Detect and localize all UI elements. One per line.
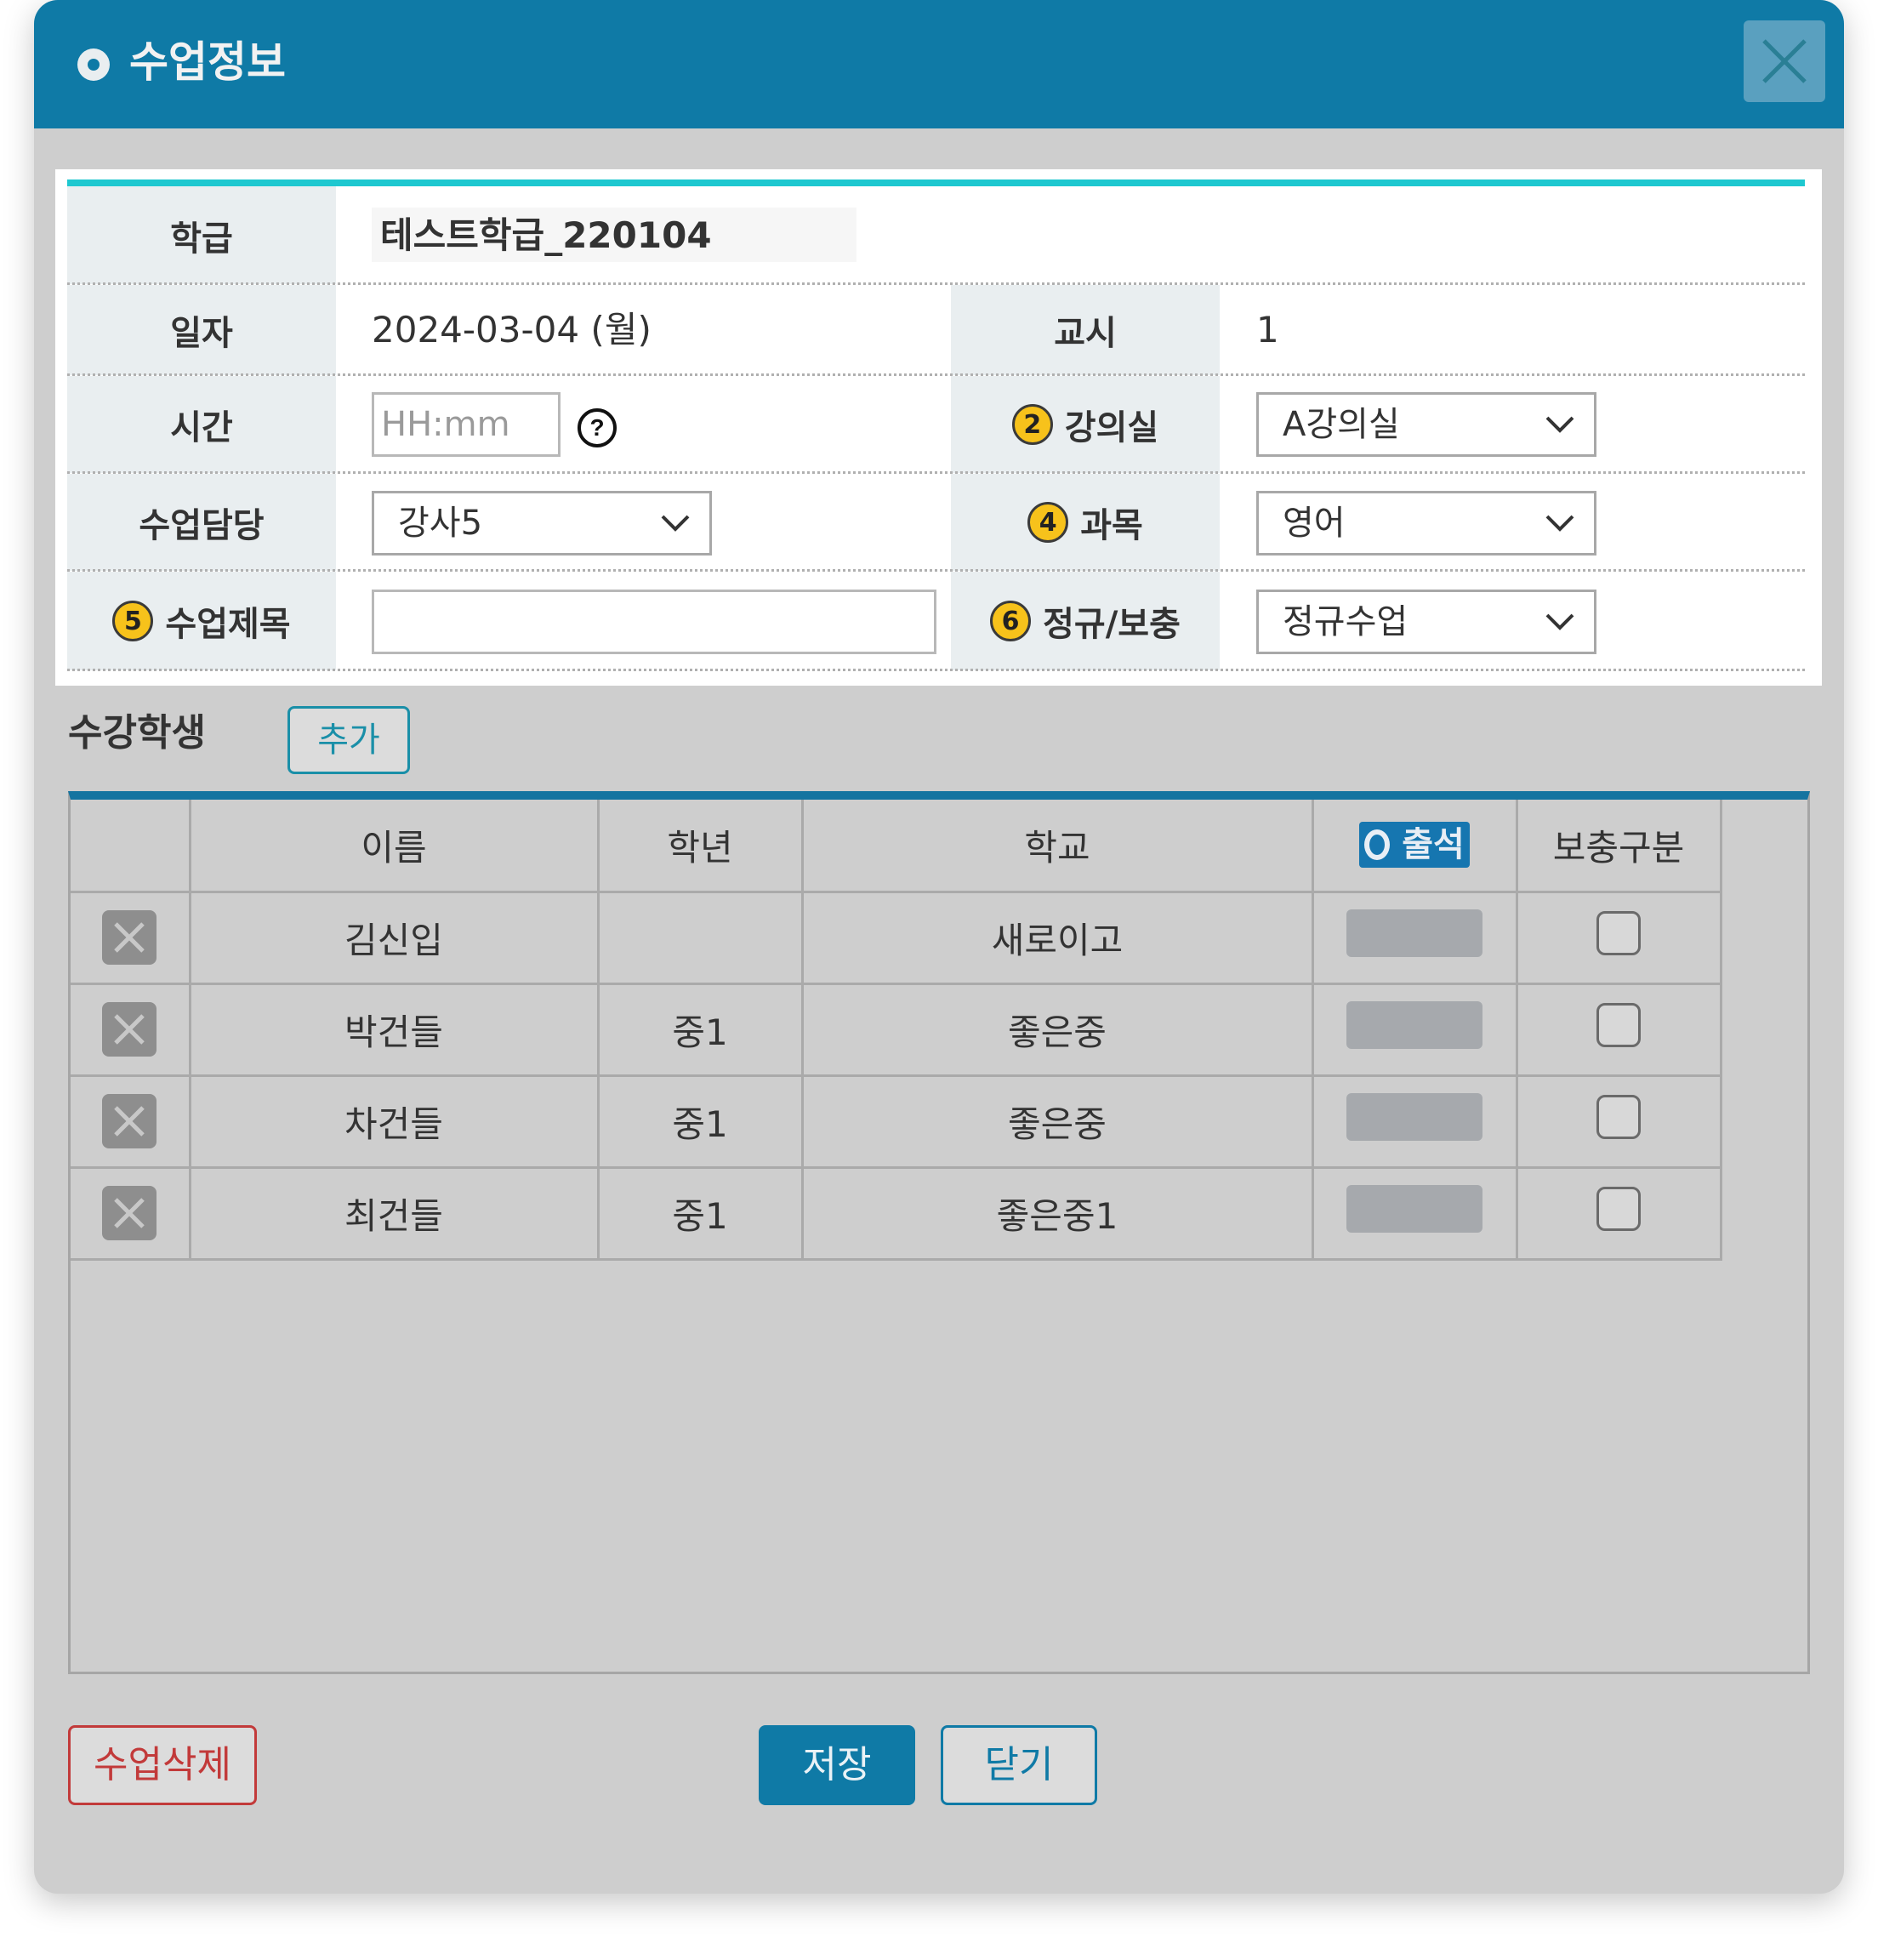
student-school: 새로이고 [800,890,1314,985]
class-value: 테스트학급_220104 [380,214,712,256]
delete-row-icon[interactable] [102,910,157,965]
supplement-cell [1515,982,1722,1077]
lesson-form: 학급 테스트학급_220104 일자 2024-03-04 (월) 교시 1 시… [55,169,1822,686]
type-select[interactable]: 정규수업 [1256,590,1596,654]
student-grade: 중1 [596,1165,804,1261]
subject-label: 4 과목 [951,474,1220,571]
supplement-checkbox[interactable] [1596,1095,1641,1139]
attendance-toggle[interactable] [1346,1093,1482,1141]
delete-cell [71,1165,191,1261]
table-row: 박건들 중1 좋은중 [71,982,1722,1077]
student-grade: 중1 [596,982,804,1077]
attendance-toggle[interactable] [1346,909,1482,957]
dialog-title: 수업정보 [129,37,286,87]
delete-cell [71,1074,191,1169]
lesson-title-label: 5 수업제목 [67,572,336,670]
time-input[interactable]: HH:mm [372,392,561,457]
badge-4: 4 [1027,502,1069,543]
delete-row-icon[interactable] [102,1186,157,1240]
attendance-cell [1311,1165,1518,1261]
attendance-cell [1311,982,1518,1077]
students-grid: 이름 학년 학교 출석 보충구분 김신입 새로이고 박건들 중1 좋은중 차건들… [68,791,1810,1674]
supplement-checkbox[interactable] [1596,1003,1641,1047]
circle-icon [1364,829,1391,860]
col-header-delete [71,800,191,893]
form-accent-line [67,179,1805,186]
delete-row-icon[interactable] [102,1002,157,1057]
delete-cell [71,982,191,1077]
class-label: 학급 [67,186,336,284]
supplement-cell [1515,1074,1722,1169]
student-name: 김신입 [188,890,600,985]
table-row: 차건들 중1 좋은중 [71,1074,1722,1169]
supplement-checkbox[interactable] [1596,911,1641,955]
divider [67,669,1805,671]
badge-5: 5 [112,601,154,641]
chevron-down-icon [1545,613,1574,630]
type-label: 6 정규/보충 [951,572,1220,670]
lesson-title-input[interactable] [372,590,936,654]
attendance-cell [1311,890,1518,985]
delete-row-icon[interactable] [102,1094,157,1148]
supplement-checkbox[interactable] [1596,1187,1641,1231]
student-name: 차건들 [188,1074,600,1169]
room-select[interactable]: A강의실 [1256,392,1596,457]
student-school: 좋은중 [800,982,1314,1077]
title-bullet-icon [77,48,110,81]
supplement-cell [1515,890,1722,985]
add-student-button[interactable]: 추가 [287,706,410,774]
student-name: 최건들 [188,1165,600,1261]
student-school: 좋은중1 [800,1165,1314,1261]
table-header-row: 이름 학년 학교 출석 보충구분 [71,800,1722,893]
attendance-cell [1311,1074,1518,1169]
student-grade [596,890,804,985]
dialog-titlebar: 수업정보 [34,0,1844,128]
chevron-down-icon [1545,416,1574,433]
supplement-cell [1515,1165,1722,1261]
attendance-all-toggle[interactable]: 출석 [1359,821,1470,868]
period-label: 교시 [951,285,1220,375]
teacher-label: 수업담당 [67,474,336,571]
chevron-down-icon [1545,515,1574,532]
subject-select[interactable]: 영어 [1256,491,1596,556]
student-grade: 중1 [596,1074,804,1169]
date-label: 일자 [67,285,336,375]
chevron-down-icon [661,515,690,532]
col-header-name: 이름 [188,800,600,893]
badge-6: 6 [990,601,1032,641]
close-button[interactable]: 닫기 [941,1725,1097,1805]
attendance-toggle[interactable] [1346,1001,1482,1049]
student-name: 박건들 [188,982,600,1077]
date-value: 2024-03-04 (월) [372,309,652,350]
time-label: 시간 [67,376,336,473]
room-label: 2 강의실 [951,376,1220,473]
col-header-grade: 학년 [596,800,804,893]
col-header-school: 학교 [800,800,1314,893]
attendance-toggle[interactable] [1346,1185,1482,1233]
table-row: 최건들 중1 좋은중1 [71,1165,1722,1261]
table-row: 김신입 새로이고 [71,890,1722,985]
help-circle-icon[interactable]: ? [576,407,618,449]
teacher-select[interactable]: 강사5 [372,491,712,556]
badge-2: 2 [1011,404,1053,445]
students-section-title: 수강학생 [68,711,206,755]
delete-cell [71,890,191,985]
student-school: 좋은중 [800,1074,1314,1169]
col-header-attendance[interactable]: 출석 [1311,800,1518,893]
save-button[interactable]: 저장 [759,1725,915,1805]
students-table: 이름 학년 학교 출석 보충구분 김신입 새로이고 박건들 중1 좋은중 차건들… [71,800,1722,1261]
period-value: 1 [1256,309,1279,350]
delete-lesson-button[interactable]: 수업삭제 [68,1725,257,1805]
col-header-supplement: 보충구분 [1515,800,1722,893]
help-glyph: ? [589,414,604,441]
close-icon[interactable] [1744,20,1825,102]
lesson-info-dialog: 수업정보 학급 테스트학급_220104 일자 2024-03-04 (월) 교… [34,0,1844,1894]
